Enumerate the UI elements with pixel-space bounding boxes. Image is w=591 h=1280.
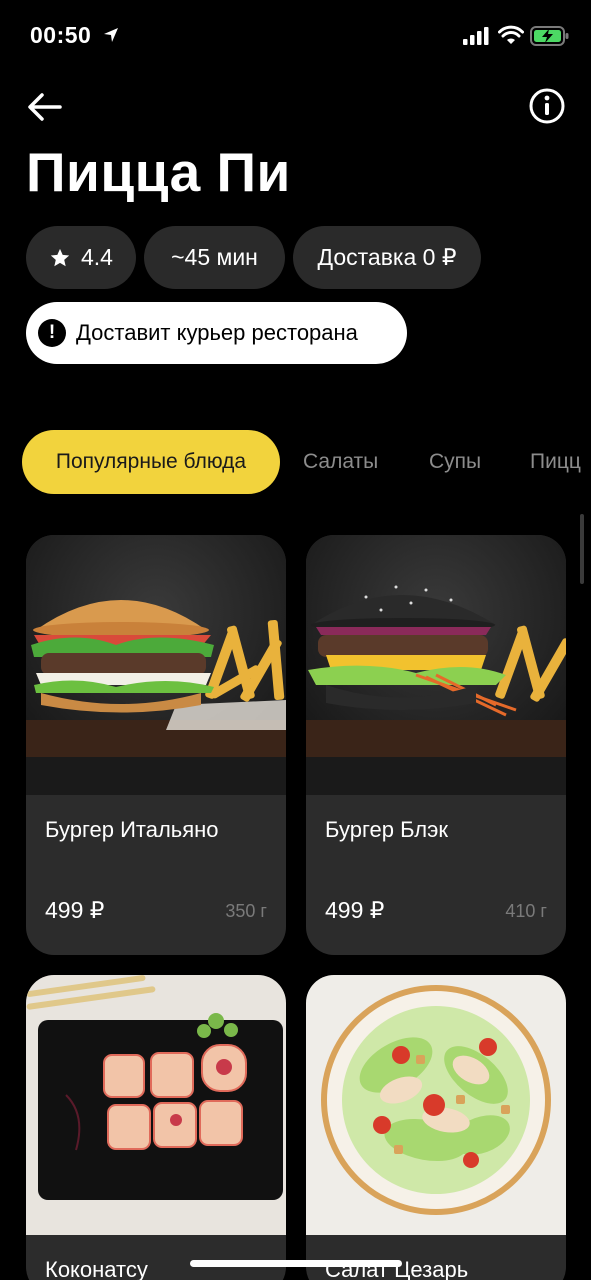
tab-popular[interactable]: Популярные блюда xyxy=(22,430,280,494)
delivery-time-chip[interactable]: ~45 мин xyxy=(144,226,285,289)
home-indicator[interactable] xyxy=(190,1260,402,1267)
restaurant-title: Пицца Пи xyxy=(26,141,291,203)
star-icon xyxy=(50,248,70,266)
product-card[interactable]: Бургер Итальяно 499 ₽ 350 г xyxy=(26,535,286,955)
cellular-signal-icon xyxy=(463,27,489,45)
tab-pizza[interactable]: Пицц xyxy=(530,430,581,494)
rolls-image xyxy=(26,975,286,1235)
delivery-time-value: ~45 мин xyxy=(171,244,258,270)
product-card[interactable]: Бургер Блэк 499 ₽ 410 г xyxy=(306,535,566,955)
status-bar: 00:50 xyxy=(0,0,591,72)
battery-charging-icon xyxy=(530,26,569,46)
tab-soups[interactable]: Супы xyxy=(429,430,481,494)
courier-notice-text: Доставит курьер ресторана xyxy=(76,320,358,345)
rating-value: 4.4 xyxy=(81,244,113,270)
courier-notice[interactable]: ! Доставит курьер ресторана xyxy=(26,302,407,364)
product-weight: 350 г xyxy=(225,901,267,921)
category-tabs: Популярные блюда Салаты Супы Пицц xyxy=(0,430,591,494)
back-arrow-icon[interactable] xyxy=(26,90,66,124)
tab-salads[interactable]: Салаты xyxy=(303,430,378,494)
product-name: Бургер Итальяно xyxy=(45,817,219,842)
burger-image xyxy=(26,535,286,795)
info-icon[interactable] xyxy=(528,87,566,125)
product-price: 499 ₽ xyxy=(325,897,385,923)
status-time: 00:50 xyxy=(30,22,92,48)
product-name: Бургер Блэк xyxy=(325,817,448,842)
delivery-cost-chip[interactable]: Доставка 0 ₽ xyxy=(293,226,481,289)
product-name: Коконатсу xyxy=(45,1257,148,1280)
scroll-indicator[interactable] xyxy=(580,514,584,584)
burger-image xyxy=(306,535,566,795)
salad-image xyxy=(306,975,566,1235)
product-card[interactable]: Коконатсу xyxy=(26,975,286,1280)
wifi-icon xyxy=(498,25,524,44)
rating-chip[interactable]: 4.4 xyxy=(26,226,136,289)
delivery-cost-value: Доставка 0 ₽ xyxy=(317,244,457,270)
product-card[interactable]: Салат Цезарь xyxy=(306,975,566,1280)
exclamation-icon: ! xyxy=(38,319,66,347)
location-arrow-icon xyxy=(104,28,118,42)
product-price: 499 ₽ xyxy=(45,897,105,923)
product-weight: 410 г xyxy=(505,901,547,921)
